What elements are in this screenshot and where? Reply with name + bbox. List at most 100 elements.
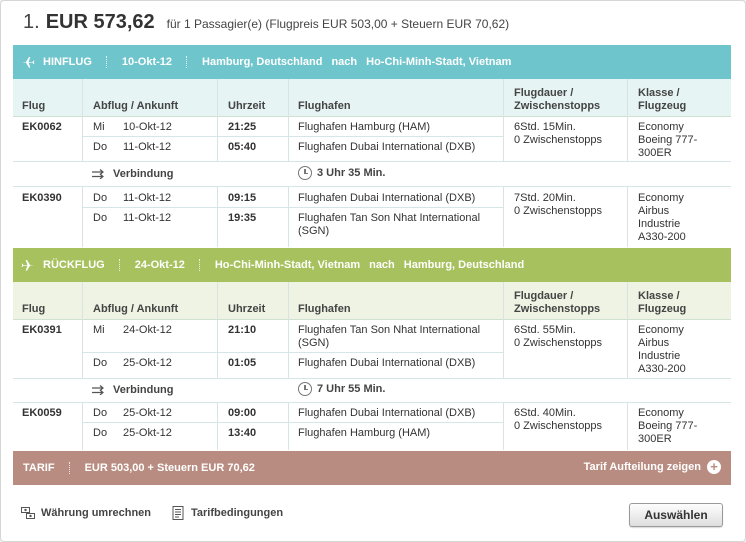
aircraft: 300ER [638,147,672,159]
flight-stops: 0 Zwischenstopps [514,205,603,217]
connection-arrows-icon [92,169,104,179]
aircraft: A330-200 [638,231,686,243]
outbound-origin: Hamburg, Deutschland [202,56,323,68]
arrival-airport: Flughafen Tan Son Nhat International [298,212,481,224]
aircraft: Industrie [638,350,681,362]
table-header: Flug Abflug / Ankunft Uhrzeit Flughafen … [13,79,731,117]
arrival-day: Do [93,357,108,369]
tarif-conditions-label: Tarifbedingungen [191,507,284,519]
return-origin: Ho-Chi-Minh-Stadt, Vietnam [214,259,361,271]
connection-label: Verbindung [113,168,174,180]
return-destination: Hamburg, Deutschland [403,259,525,271]
departure-time: 21:25 [228,121,257,133]
connection-time: 7 Uhr 55 Min. [317,383,386,395]
flight-offer-card: 1. EUR 573,62 für 1 Passagier(e) (Flugpr… [0,0,746,542]
return-table: Flug Abflug / Ankunft Uhrzeit Flughafen … [13,282,731,450]
currency-convert-icon [21,507,35,519]
flight-number: EK0059 [22,407,62,419]
clock-icon [298,166,312,180]
plane-icon [21,55,35,69]
divider [198,259,201,271]
departure-date: 10-Okt-12 [123,121,172,133]
departure-time: 09:15 [228,192,257,204]
divider [105,56,108,68]
flight-row: EK0391 Mi 24-Okt-12 21:10 Flughafen Tan … [13,319,731,378]
departure-time: 09:00 [228,407,257,419]
departure-airport-code: (SGN) [298,337,330,349]
currency-convert-link[interactable]: Währung umrechnen [21,506,151,520]
flight-duration: 6Std. 15Min. [514,121,576,133]
plane-icon [21,258,35,272]
flight-row: EK0062 Mi 10-Okt-12 21:25 Flughafen Hamb… [13,116,731,161]
header-klasse: Klasse / [638,290,680,302]
connection-label: Verbindung [113,384,174,396]
return-nach: nach [369,259,395,271]
header-abflug: Abflug / Ankunft [93,303,179,315]
divider [68,462,71,474]
outbound-destination: Ho-Chi-Minh-Stadt, Vietnam [366,56,512,68]
aircraft: Boeing 777- [638,134,698,146]
offer-index: 1. [23,11,40,33]
arrival-time: 19:35 [228,212,257,224]
select-button[interactable]: Auswählen [629,503,723,527]
header-flugdauer: Flugdauer / [514,290,574,302]
departure-day: Mi [93,121,105,133]
arrival-date: 25-Okt-12 [123,357,172,369]
connection-row: Verbindung 7 Uhr 55 Min. [13,378,731,402]
outbound-label: HINFLUG [43,56,92,68]
price-summary: 1. EUR 573,62 für 1 Passagier(e) (Flugpr… [23,11,509,39]
flight-number: EK0391 [22,324,62,336]
departure-time: 21:10 [228,324,257,336]
travel-class: Economy [638,324,684,336]
tarif-conditions-link[interactable]: Tarifbedingungen [171,506,283,520]
connection-row: Verbindung 3 Uhr 35 Min. [13,162,731,186]
header-abflug: Abflug / Ankunft [93,100,179,112]
flight-number: EK0062 [22,121,62,133]
travel-class: Economy [638,407,684,419]
aircraft: A330-200 [638,363,686,375]
header-flugzeug: Flugzeug [638,100,687,112]
arrival-airport: Flughafen Hamburg (HAM) [298,427,431,439]
return-label: RÜCKFLUG [43,259,105,271]
tarif-amount: EUR 503,00 + Steuern EUR 70,62 [84,462,255,474]
header-flughafen: Flughafen [298,303,351,315]
header-flug: Flug [22,100,46,112]
total-price: EUR 573,62 [45,11,155,33]
arrival-time: 01:05 [228,357,257,369]
return-date: 24-Okt-12 [134,259,185,271]
tarif-breakdown-link[interactable]: Tarif Aufteilung zeigen + [584,460,721,474]
header-flugdauer: Flugdauer / [514,87,574,99]
departure-airport: Flughafen Dubai International (DXB) [298,407,476,419]
arrival-time: 13:40 [228,427,257,439]
aircraft: Boeing 777- [638,420,698,432]
flight-duration: 6Std. 40Min. [514,407,576,419]
departure-date: 24-Okt-12 [123,324,172,336]
departure-day: Do [93,192,108,204]
departure-airport: Flughafen Tan Son Nhat International [298,324,481,336]
tarif-label: TARIF [23,462,55,474]
price-note: für 1 Passagier(e) (Flugpreis EUR 503,00… [166,17,510,31]
flight-number: EK0390 [22,192,62,204]
header-flug: Flug [22,303,46,315]
header-flugzeug: Flugzeug [638,303,687,315]
header-zwischenstopps: Zwischenstopps [514,100,601,112]
arrival-date: 11-Okt-12 [123,212,172,224]
connection-arrows-icon [92,385,104,395]
arrival-airport: Flughafen Dubai International (DXB) [298,141,476,153]
arrival-airport-code: (SGN) [298,225,330,237]
arrival-time: 05:40 [228,141,257,153]
header-zwischenstopps: Zwischenstopps [514,303,601,315]
aircraft: Airbus [638,337,670,349]
arrival-day: Do [93,212,108,224]
plus-circle-icon[interactable]: + [707,460,721,474]
aircraft: Industrie [638,218,681,230]
departure-date: 11-Okt-12 [123,192,172,204]
tarif-bar: TARIF EUR 503,00 + Steuern EUR 70,62 Tar… [13,451,731,485]
aircraft: 300ER [638,433,672,445]
arrival-date: 11-Okt-12 [123,141,172,153]
outbound-nach: nach [331,56,358,68]
flight-duration: 7Std. 20Min. [514,192,576,204]
flight-stops: 0 Zwischenstopps [514,134,603,146]
arrival-date: 25-Okt-12 [123,427,172,439]
header-uhrzeit: Uhrzeit [228,303,266,315]
